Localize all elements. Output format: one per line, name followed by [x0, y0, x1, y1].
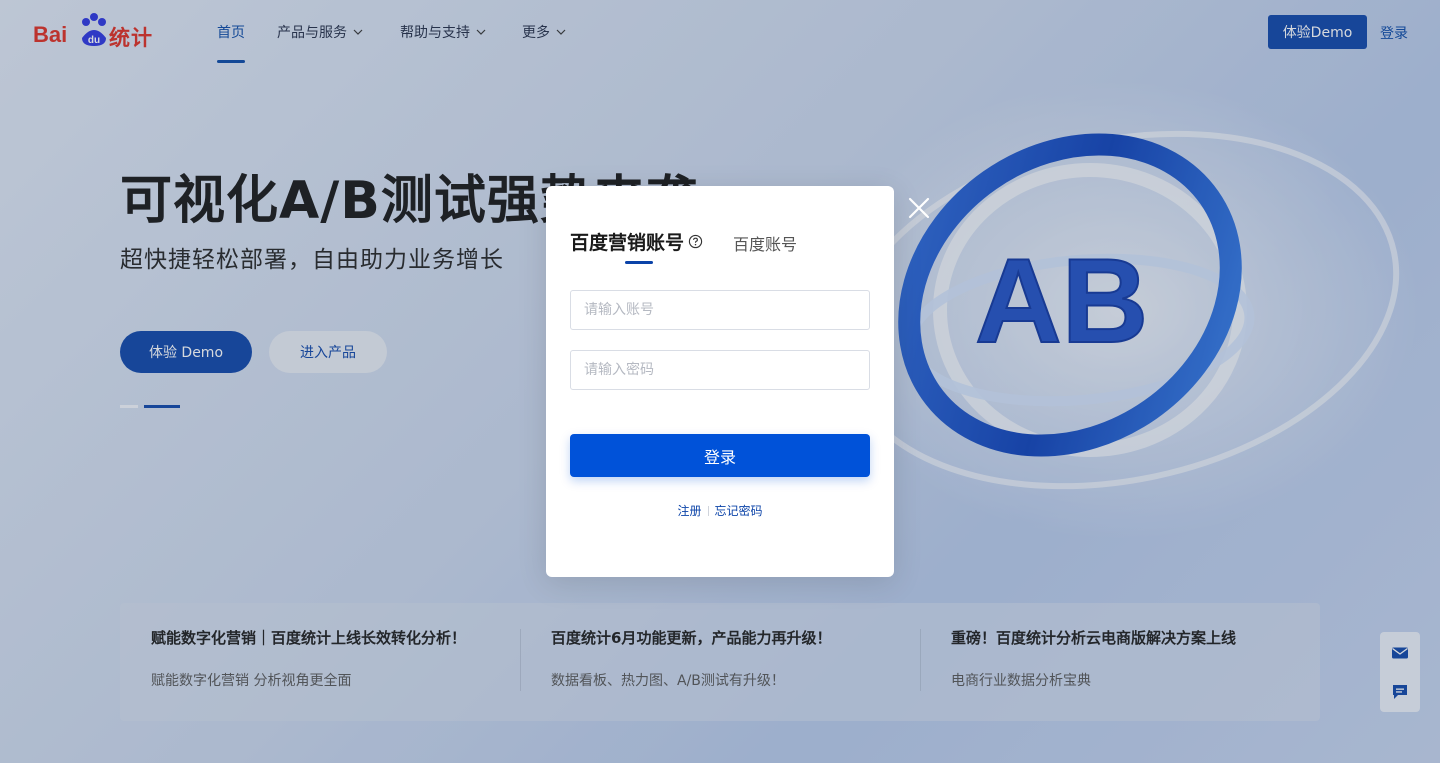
register-link[interactable]: 注册	[677, 504, 701, 518]
link-divider	[707, 506, 709, 516]
tab-baidu-account[interactable]: 百度账号	[733, 231, 797, 255]
close-icon[interactable]	[906, 195, 932, 221]
tab-baidu-marketing-account[interactable]: 百度营销账号	[570, 228, 703, 255]
login-modal: 百度营销账号 百度账号 登录 注册忘记密码	[546, 186, 894, 577]
auth-links: 注册 忘记密码	[546, 502, 894, 519]
forgot-password-link[interactable]: 忘记密码	[715, 504, 763, 518]
password-input[interactable]	[570, 350, 870, 390]
tab-label: 百度营销账号	[570, 232, 685, 254]
help-circle-icon[interactable]	[688, 234, 703, 249]
account-input[interactable]	[570, 290, 870, 330]
tab-active-indicator	[625, 261, 653, 264]
login-submit-button[interactable]: 登录	[570, 434, 870, 477]
